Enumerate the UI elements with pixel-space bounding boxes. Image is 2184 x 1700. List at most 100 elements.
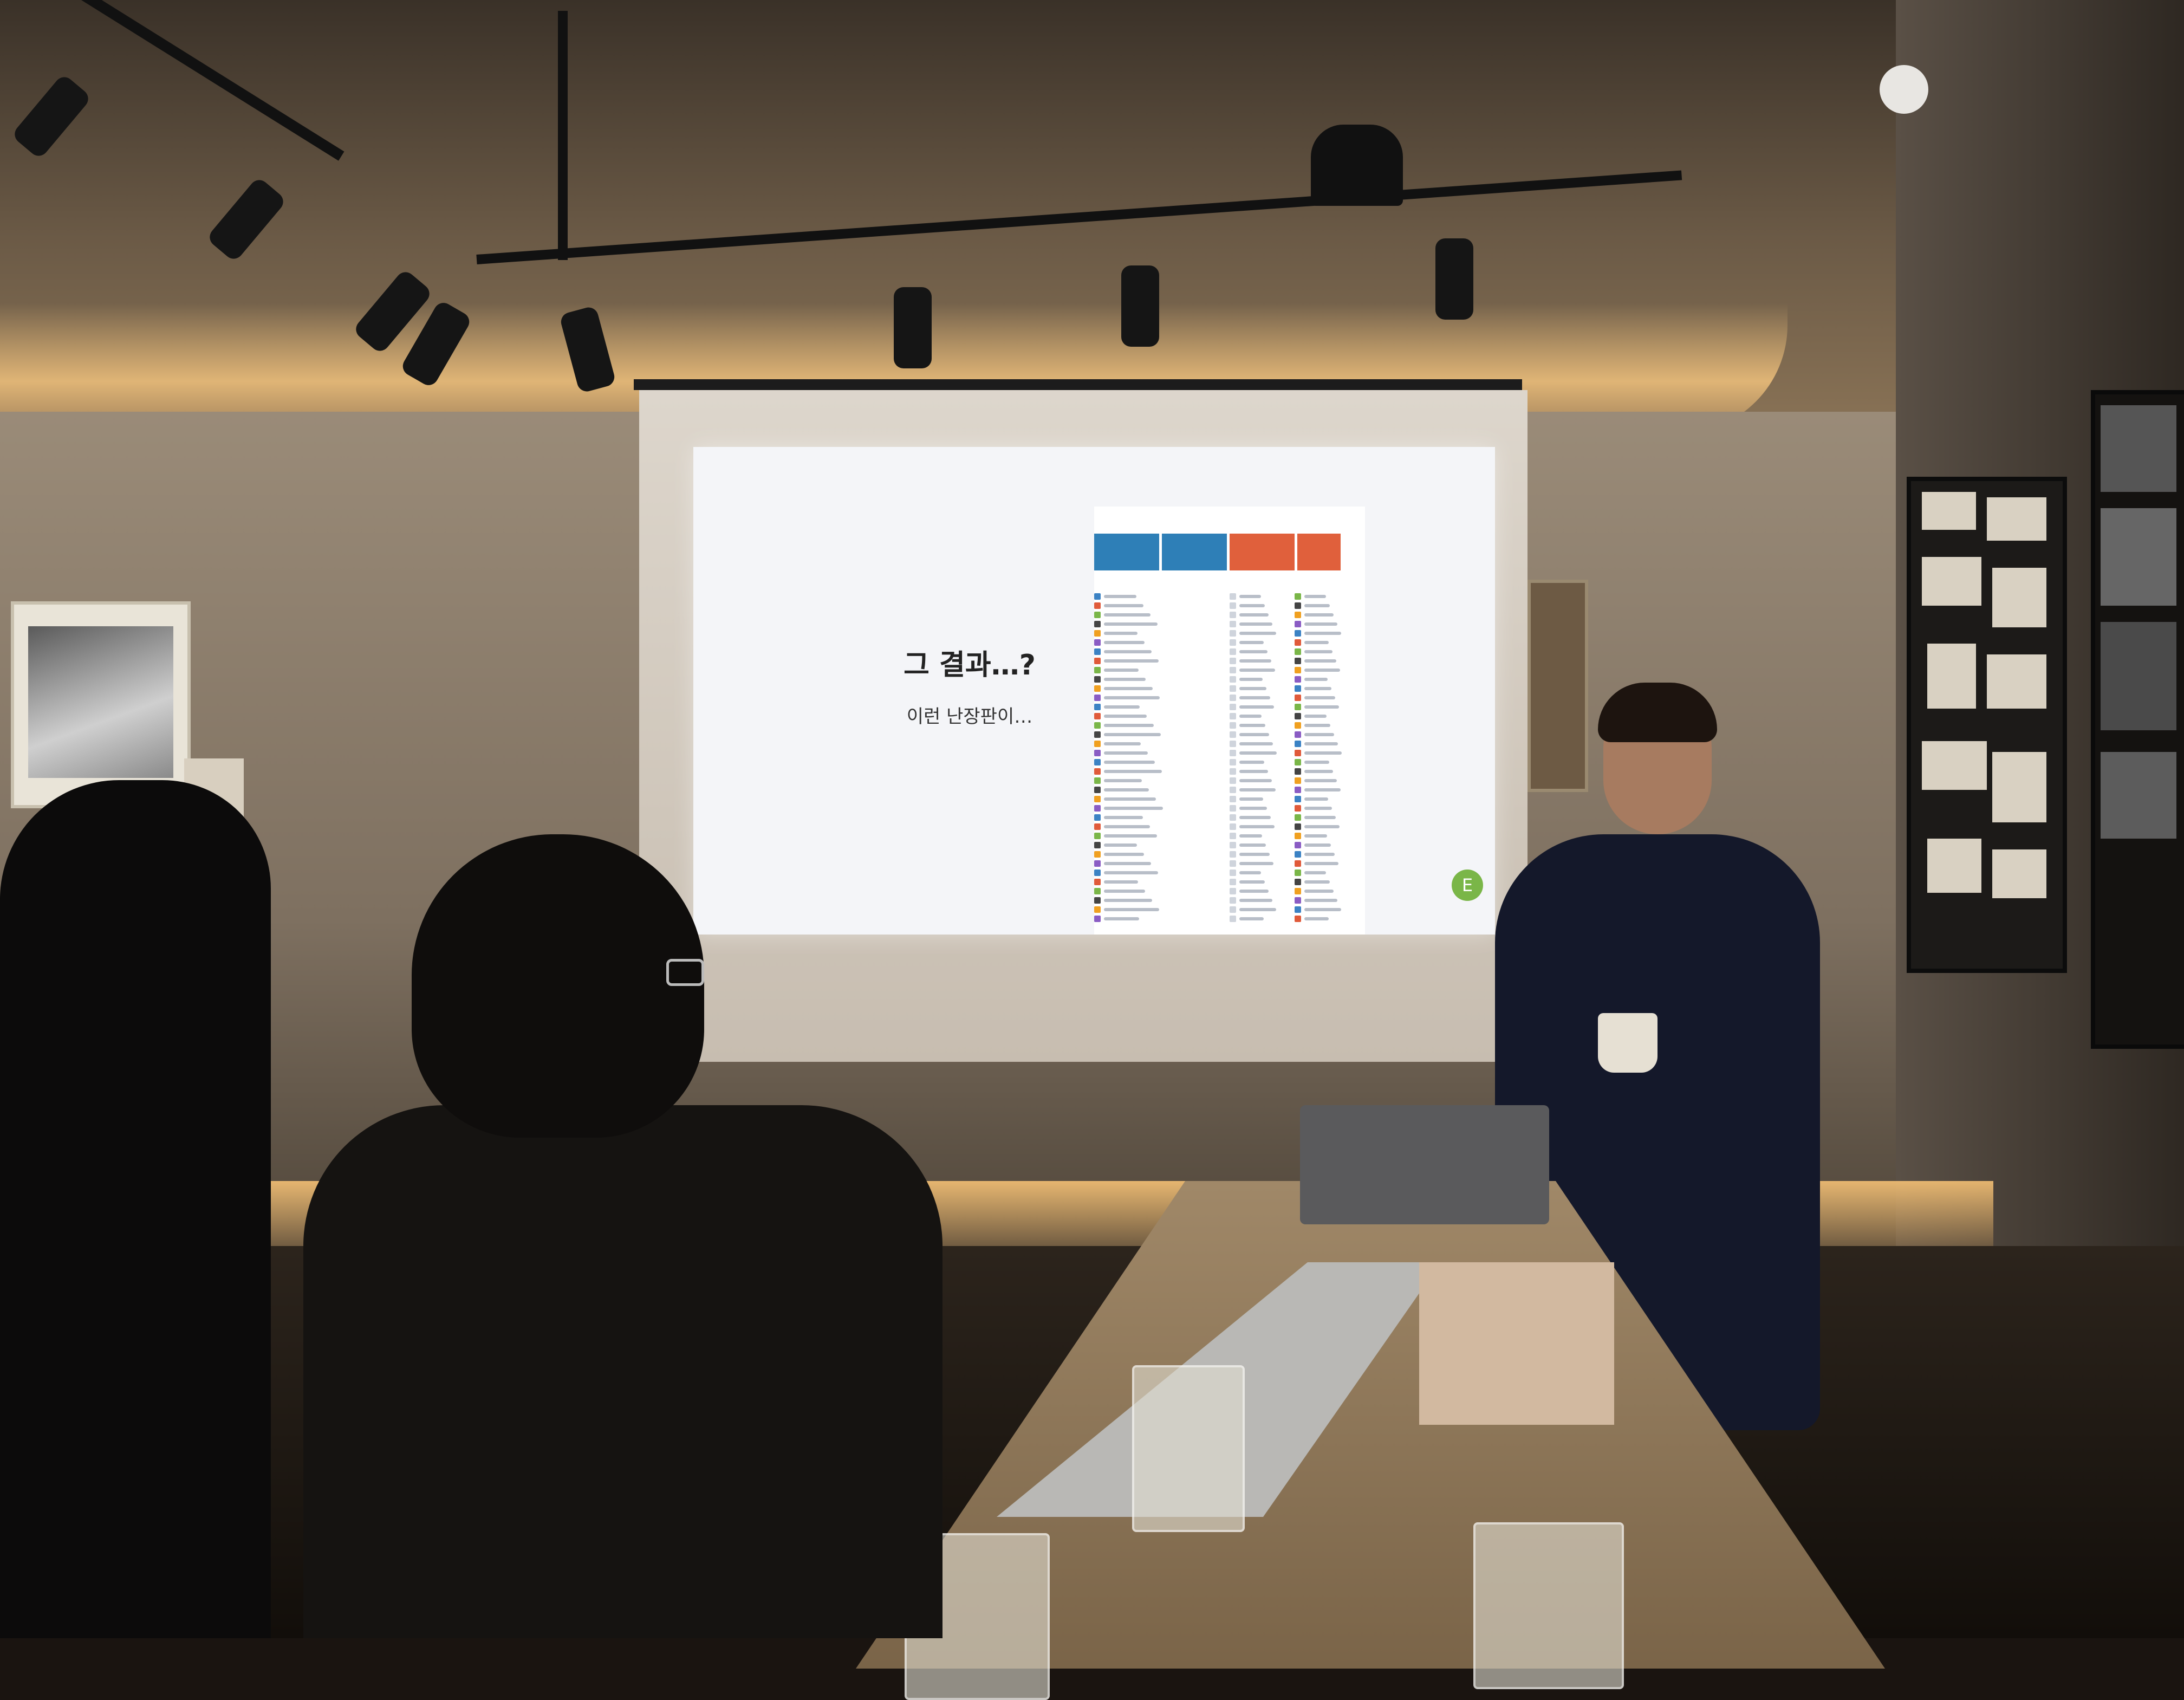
slide-subtitle: 이런 난장판이…: [906, 706, 1033, 728]
app-row-text: [1239, 751, 1277, 755]
eyeglasses: [666, 959, 704, 986]
app-row-icon: [1094, 713, 1101, 719]
app-row-text: [1304, 641, 1329, 644]
app-row-icon: [1094, 612, 1101, 618]
app-row-text: [1304, 696, 1335, 699]
app-row-icon: [1094, 814, 1101, 821]
app-row-text: [1239, 613, 1269, 617]
app-row-text: [1239, 715, 1262, 718]
app-row-text: [1239, 779, 1272, 782]
small-frame: [1528, 580, 1588, 792]
app-row-text: [1104, 641, 1145, 644]
app-row-icon: [1094, 823, 1101, 830]
app-row-text: [1104, 788, 1149, 791]
app-row-icon: [1295, 814, 1301, 821]
drink-glass: [1473, 1522, 1624, 1689]
app-row-icon: [1094, 796, 1101, 802]
app-row-icon: [1295, 805, 1301, 812]
app-row-icon: [1230, 667, 1236, 673]
app-row-icon: [1094, 639, 1101, 646]
app-row-icon: [1094, 759, 1101, 765]
app-row-icon: [1094, 630, 1101, 637]
app-row-icon: [1094, 695, 1101, 701]
app-row-icon: [1230, 593, 1236, 600]
app-row-icon: [1230, 639, 1236, 646]
app-row-text: [1239, 853, 1270, 856]
app-row-icon: [1094, 888, 1101, 894]
app-row-icon: [1295, 602, 1301, 609]
app-row-text: [1304, 807, 1332, 810]
app-row-icon: [1230, 750, 1236, 756]
app-row-text: [1304, 816, 1336, 819]
framed-photo: [11, 601, 191, 808]
spotlight: [894, 287, 932, 368]
app-row-text: [1239, 862, 1273, 865]
app-row-text: [1304, 862, 1338, 865]
audience-member: [0, 780, 271, 1638]
app-row-text: [1304, 908, 1341, 911]
app-row-text: [1304, 825, 1340, 828]
app-row-text: [1104, 715, 1147, 718]
app-row-text: [1104, 678, 1146, 681]
app-row-text: [1304, 632, 1341, 635]
app-row-text: [1104, 733, 1161, 736]
app-row-text: [1239, 650, 1268, 653]
brand-logo: E: [1452, 870, 1483, 901]
app-row-icon: [1295, 731, 1301, 738]
app-row-icon: [1094, 704, 1101, 710]
app-row-text: [1104, 613, 1150, 617]
app-row-text: [1239, 641, 1264, 644]
app-row-text: [1304, 742, 1338, 745]
app-row-icon: [1295, 713, 1301, 719]
app-row-text: [1304, 678, 1328, 681]
app-row-text: [1304, 622, 1337, 626]
app-row-text: [1104, 908, 1159, 911]
app-row-text: [1104, 650, 1152, 653]
app-row-icon: [1094, 897, 1101, 904]
app-row-icon: [1295, 630, 1301, 637]
app-row-icon: [1230, 888, 1236, 894]
app-row-icon: [1094, 787, 1101, 793]
app-row-icon: [1230, 777, 1236, 784]
app-row-text: [1104, 834, 1157, 838]
app-row-icon: [1094, 842, 1101, 848]
app-row-icon: [1295, 648, 1301, 655]
app-row-icon: [1094, 667, 1101, 673]
app-row-icon: [1295, 685, 1301, 692]
security-camera: [1880, 65, 1928, 114]
app-row-text: [1304, 917, 1329, 920]
app-row-text: [1239, 908, 1276, 911]
app-row-icon: [1295, 851, 1301, 858]
app-row-icon: [1094, 851, 1101, 858]
app-row-icon: [1295, 621, 1301, 627]
app-row-icon: [1094, 906, 1101, 913]
app-row-text: [1239, 899, 1272, 902]
app-row-icon: [1295, 768, 1301, 775]
app-row-text: [1304, 834, 1327, 838]
app-card: [1094, 534, 1159, 570]
app-row-text: [1239, 834, 1262, 838]
app-row-text: [1104, 816, 1143, 819]
app-row-text: [1104, 595, 1136, 598]
app-row-icon: [1094, 750, 1101, 756]
app-row-icon: [1094, 593, 1101, 600]
presenter-laptop: [1300, 1105, 1549, 1224]
app-row-text: [1104, 880, 1138, 884]
app-row-icon: [1295, 639, 1301, 646]
app-row-text: [1304, 751, 1342, 755]
app-row-icon: [1094, 879, 1101, 885]
app-row-icon: [1094, 768, 1101, 775]
app-row-icon: [1230, 630, 1236, 637]
app-row-icon: [1295, 897, 1301, 904]
app-row-text: [1304, 715, 1327, 718]
app-row-icon: [1094, 648, 1101, 655]
app-row-text: [1104, 604, 1143, 607]
app-row-icon: [1295, 658, 1301, 664]
app-row-text: [1239, 880, 1265, 884]
drink-glass: [1132, 1365, 1245, 1532]
app-row-text: [1304, 724, 1330, 727]
app-row-icon: [1230, 768, 1236, 775]
app-row-icon: [1094, 805, 1101, 812]
app-card: [1230, 534, 1295, 570]
app-row-text: [1104, 622, 1158, 626]
